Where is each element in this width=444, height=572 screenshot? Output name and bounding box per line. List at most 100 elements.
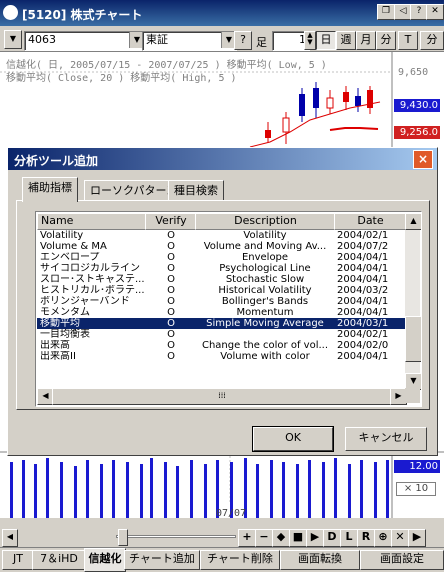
list-item[interactable]: 一目均衡表 O 2004/02/1 <box>37 329 405 340</box>
l-button[interactable]: L <box>340 529 358 547</box>
list-item[interactable]: ヒストリカル･ボラテ... O Historical Volatility 2004/… <box>37 285 405 296</box>
day-button[interactable]: 日 <box>316 31 336 50</box>
list-item[interactable]: 出来高II O Volume with color 2004/04/1 <box>37 351 405 362</box>
scroll-thumb[interactable] <box>405 316 421 362</box>
price-label-blue: 9,430.0 <box>394 99 440 112</box>
plus-icon[interactable]: + <box>238 529 256 547</box>
cell-name: ボリンジャーバンド <box>40 296 130 307</box>
tab-stock-7ihd[interactable]: 7＆iHD <box>32 550 86 570</box>
cell-verify: O <box>167 252 175 263</box>
list-item[interactable]: エンベロープ O Envelope 2004/04/1 <box>37 252 405 263</box>
chart-toolbar: ▼ 4063 ▼ 東証 ▼ ? 足 1 ▲ ▼ 日 週 月 分 T 分 <box>0 26 444 52</box>
list-item[interactable]: Volume & MA O Volume and Moving Av... 2004/… <box>37 241 405 252</box>
indicator-list[interactable]: Name Verify Description Date Volatility O… <box>35 211 422 407</box>
cell-description: Momentum <box>236 307 294 318</box>
cell-date: 2004/04/1 <box>337 307 389 318</box>
ok-button[interactable]: OK <box>252 426 334 452</box>
cell-description: Volume and Moving Av... <box>203 241 327 252</box>
cell-date: 2004/04/1 <box>337 263 389 274</box>
play-icon[interactable]: ▶ <box>306 529 324 547</box>
list-item[interactable]: スロー･ストキャステ... O Stochastic Slow 2004/04/1 <box>37 274 405 285</box>
cell-name: サイコロジカルライン <box>40 263 140 274</box>
restore-icon[interactable]: ❐ <box>377 4 395 20</box>
list-item[interactable]: モメンタム O Momentum 2004/04/1 <box>37 307 405 318</box>
column-header-verify[interactable]: Verify <box>145 213 197 230</box>
volume-bars <box>10 458 389 518</box>
help-button[interactable]: ? <box>234 31 252 50</box>
zoom-slider-track[interactable] <box>116 535 236 538</box>
cell-verify: O <box>167 274 175 285</box>
cell-verify: O <box>167 329 175 340</box>
next-icon[interactable]: ▶ <box>408 529 426 547</box>
cell-description: Bollinger's Bands <box>221 296 309 307</box>
date-axis-label: 07/07 <box>216 508 247 519</box>
tab-stock-search[interactable]: 種目検索 <box>168 180 224 201</box>
dialog-close-button[interactable]: × <box>413 150 433 169</box>
minute-button[interactable]: 分 <box>376 31 396 50</box>
column-header-name[interactable]: Name <box>37 213 150 230</box>
scroll-corner <box>405 388 420 403</box>
horizontal-scrollbar[interactable]: ◀ ⁞⁞⁞ ▶ <box>37 388 407 405</box>
window-title: [5120] 株式チャート <box>22 8 143 22</box>
cell-name: 出来高II <box>40 351 76 362</box>
list-item[interactable]: 移動平均 O Simple Moving Average 2004/03/1 <box>37 318 405 329</box>
cell-verify: O <box>167 351 175 362</box>
cell-description: Volume with color <box>220 351 310 362</box>
cell-description: Envelope <box>241 252 289 263</box>
minus-icon[interactable]: − <box>255 529 273 547</box>
candlesticks <box>265 82 373 144</box>
cell-name: Volume & MA <box>40 241 107 252</box>
vertical-scrollbar[interactable]: ▲ ▼ <box>405 213 421 390</box>
list-item[interactable]: ボリンジャーバンド O Bollinger's Bands 2004/04/1 <box>37 296 405 307</box>
diamond-icon[interactable]: ◆ <box>272 529 290 547</box>
cell-date: 2004/03/1 <box>337 318 389 329</box>
zoom-slider-thumb[interactable] <box>118 529 128 546</box>
cell-date: 2004/03/2 <box>337 285 389 296</box>
cell-verify: O <box>167 230 175 241</box>
horizontal-scroll-thumb[interactable]: ⁞⁞⁞ <box>52 388 392 405</box>
price-top-label: 9,650 <box>398 67 429 78</box>
tab-stock-shinetsu[interactable]: 信越化 <box>84 548 126 572</box>
scroll-up-icon[interactable]: ▲ <box>405 213 421 230</box>
list-item[interactable]: サイコロジカルライン O Psychological Line 2004/04/1 <box>37 263 405 274</box>
add-chart-button[interactable]: チャート追加 <box>124 550 200 570</box>
list-item[interactable]: 出来高 O Change the color of vol... 2004/02/0 <box>37 340 405 351</box>
column-header-date[interactable]: Date <box>334 213 407 230</box>
list-item[interactable]: Volatility O Volatility 2004/02/1 <box>37 230 405 241</box>
screen-settings-button[interactable]: 画面設定 <box>360 550 444 570</box>
d-button[interactable]: D <box>323 529 341 547</box>
tab-stock-jt[interactable]: JT <box>2 550 34 570</box>
close-icon[interactable]: ✕ <box>426 4 444 20</box>
cell-date: 2004/04/1 <box>337 351 389 362</box>
scroll-left-icon[interactable]: ◀ <box>2 529 18 547</box>
dialog-title: 分析ツール追加 <box>14 154 99 168</box>
cell-verify: O <box>167 307 175 318</box>
moving-average-line <box>249 101 381 148</box>
period-spinner[interactable]: ▲ ▼ <box>304 31 316 50</box>
reset-icon[interactable]: ✕ <box>391 529 409 547</box>
cell-date: 2004/02/1 <box>337 329 389 340</box>
cancel-button[interactable]: キャンセル <box>345 427 427 451</box>
dialog-titlebar: 分析ツール追加 × <box>8 148 437 170</box>
cell-name: モメンタム <box>40 307 90 318</box>
stop-icon[interactable]: ■ <box>289 529 307 547</box>
tab-indicators[interactable]: 補助指標 <box>22 177 78 202</box>
cell-verify: O <box>167 263 175 274</box>
month-button[interactable]: 月 <box>356 31 376 50</box>
t-button[interactable]: T <box>398 31 418 50</box>
cell-description: Psychological Line <box>219 263 311 274</box>
code-select[interactable]: 4063 ▼ <box>24 31 145 51</box>
zoom-icon[interactable]: ⊕ <box>374 529 392 547</box>
r-button[interactable]: R <box>357 529 375 547</box>
cell-verify: O <box>167 241 175 252</box>
switch-screen-button[interactable]: 画面転換 <box>280 550 360 570</box>
market-select[interactable]: 東証 ▼ <box>142 31 237 51</box>
volume-scale-label: × 10 <box>396 482 436 496</box>
column-header-description[interactable]: Description <box>195 213 336 230</box>
market-value: 東証 <box>146 33 168 46</box>
delete-chart-button[interactable]: チャート削除 <box>200 550 280 570</box>
week-button[interactable]: 週 <box>336 31 356 50</box>
extra-button[interactable]: 分 <box>420 31 444 50</box>
menu-dropdown-button[interactable]: ▼ <box>4 30 22 49</box>
cell-verify: O <box>167 340 175 351</box>
